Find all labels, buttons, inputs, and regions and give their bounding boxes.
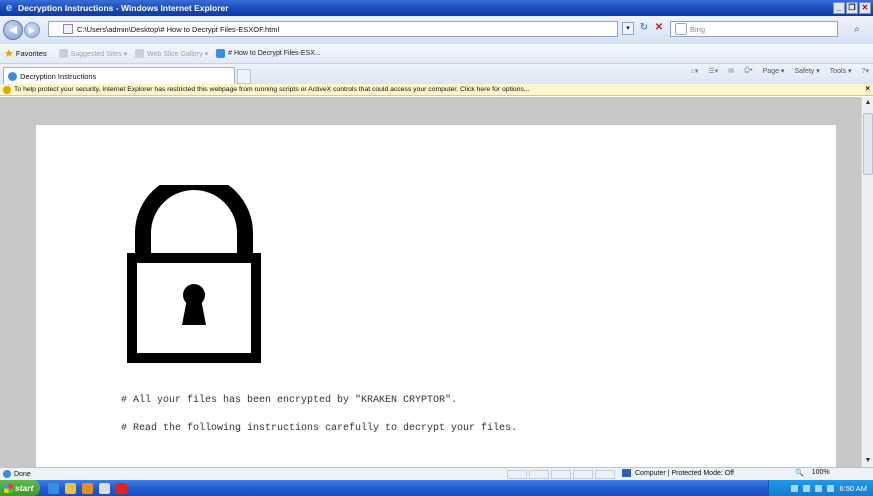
- done-icon: [3, 470, 11, 478]
- address-bar[interactable]: C:\Users\admin\Desktop\# How to Decrypt …: [48, 21, 618, 37]
- window-controls: _ ❐ ✕: [833, 2, 871, 14]
- favorite-item-icon: [135, 49, 145, 58]
- help-icon[interactable]: ?▾: [862, 67, 869, 75]
- address-url: C:\Users\admin\Desktop\# How to Decrypt …: [77, 24, 280, 34]
- status-panels: [507, 470, 615, 479]
- back-button[interactable]: ◀: [3, 20, 23, 40]
- tab-row: Decryption Instructions ⌂▾ ☰▾ ✉ ⎙▾ Page …: [0, 64, 873, 84]
- security-zone-label: Computer | Protected Mode: Off: [635, 469, 734, 477]
- favorites-button[interactable]: Favorites: [16, 49, 47, 58]
- close-button[interactable]: ✕: [859, 2, 871, 14]
- ransom-message-line-2: # Read the following instructions carefu…: [121, 423, 518, 434]
- page-viewport: # All your files has been encrypted by "…: [0, 97, 861, 467]
- security-zone[interactable]: Computer | Protected Mode: Off: [622, 469, 734, 477]
- favorite-suggested-sites[interactable]: Suggested Sites ▾: [58, 49, 128, 58]
- ransom-message-line-1: # All your files has been encrypted by "…: [121, 395, 458, 406]
- status-text: Done: [14, 470, 31, 478]
- home-icon[interactable]: ⌂▾: [691, 67, 699, 75]
- scroll-down-icon[interactable]: ▼: [863, 456, 873, 466]
- tray-icon[interactable]: [803, 484, 811, 492]
- padlock-icon: [127, 185, 261, 363]
- quick-launch: [48, 482, 127, 494]
- page-menu[interactable]: Page ▾: [763, 67, 785, 75]
- vertical-scrollbar[interactable]: ▲ ▼: [861, 97, 873, 467]
- start-label: start: [15, 483, 34, 493]
- status-panel: [551, 470, 571, 479]
- tools-menu[interactable]: Tools ▾: [830, 67, 852, 75]
- favorites-star-icon[interactable]: ★: [4, 47, 14, 60]
- search-input[interactable]: Bing: [670, 21, 838, 37]
- zoom-icon: 🔍: [795, 470, 804, 477]
- ie-logo-icon: e: [5, 2, 13, 14]
- tray-icon[interactable]: [815, 484, 823, 492]
- page-icon: [63, 24, 73, 34]
- status-panel: [507, 470, 527, 479]
- folder-quicklaunch-icon[interactable]: [65, 482, 76, 494]
- shield-icon: [3, 85, 11, 94]
- feeds-icon[interactable]: ☰▾: [708, 67, 718, 75]
- ie-page-icon: [8, 71, 17, 81]
- tab-label: Decryption Instructions: [20, 71, 97, 81]
- zoom-level: 100%: [811, 469, 830, 476]
- system-tray: 6:50 AM: [768, 480, 873, 496]
- info-bar-close-icon[interactable]: ×: [865, 84, 870, 93]
- search-provider-icon: [675, 23, 687, 35]
- safety-menu[interactable]: Safety ▾: [794, 67, 819, 75]
- windows-taskbar: start 6:50 AM: [0, 480, 873, 496]
- favorite-item-icon: [216, 49, 226, 58]
- favorite-item-icon: [58, 49, 68, 58]
- scroll-thumb[interactable]: [863, 113, 873, 175]
- window-titlebar: e Decryption Instructions - Windows Inte…: [0, 0, 873, 16]
- favorite-web-slice-gallery[interactable]: Web Slice Gallery ▾: [135, 49, 208, 58]
- favorite-item-label: Web Slice Gallery ▾: [147, 50, 209, 58]
- computer-zone-icon: [622, 469, 631, 477]
- address-toolbar: ◀ ▶ C:\Users\admin\Desktop\# How to Decr…: [0, 16, 873, 44]
- maximize-button[interactable]: ❐: [846, 2, 858, 14]
- search-placeholder: Bing: [690, 24, 706, 34]
- status-bar: Done Computer | Protected Mode: Off 🔍 10…: [0, 467, 873, 480]
- favorite-decrypt-page[interactable]: # How to Decrypt Files-ESX...: [216, 49, 321, 58]
- refresh-icon[interactable]: ↻: [637, 22, 651, 35]
- media-quicklaunch-icon[interactable]: [82, 482, 93, 494]
- tab-decryption-instructions[interactable]: Decryption Instructions: [3, 67, 235, 84]
- zoom-control[interactable]: 🔍 100%: [795, 469, 830, 477]
- status-panel: [595, 470, 615, 479]
- favorite-item-label: Suggested Sites ▾: [70, 50, 128, 58]
- page-document: # All your files has been encrypted by "…: [36, 125, 836, 467]
- favorites-bar: ★ Favorites Suggested Sites ▾ Web Slice …: [0, 44, 873, 64]
- scroll-up-icon[interactable]: ▲: [863, 98, 873, 108]
- search-icon[interactable]: ⌕: [844, 21, 870, 37]
- opera-quicklaunch-icon[interactable]: [116, 482, 127, 494]
- info-bar-text: To help protect your security, Internet …: [14, 86, 530, 93]
- volume-icon[interactable]: [827, 484, 835, 492]
- window-title: Decryption Instructions - Windows Intern…: [18, 3, 229, 13]
- tray-icon[interactable]: [791, 484, 799, 492]
- clock: 6:50 AM: [839, 483, 867, 493]
- favorite-item-label: # How to Decrypt Files-ESX...: [228, 50, 321, 57]
- print-icon[interactable]: ⎙▾: [744, 67, 753, 75]
- ie-quicklaunch-icon[interactable]: [48, 482, 59, 494]
- status-panel: [529, 470, 549, 479]
- new-tab-button[interactable]: [237, 69, 251, 84]
- start-button[interactable]: start: [0, 480, 40, 496]
- command-bar: ⌂▾ ☰▾ ✉ ⎙▾ Page ▾ Safety ▾ Tools ▾ ?▾: [691, 67, 869, 75]
- address-dropdown-button[interactable]: ▾: [622, 22, 634, 35]
- mail-icon[interactable]: ✉: [728, 67, 734, 75]
- windows-logo-icon: [4, 483, 13, 493]
- forward-button[interactable]: ▶: [24, 22, 40, 38]
- chrome-quicklaunch-icon[interactable]: [99, 482, 110, 494]
- status-panel: [573, 470, 593, 479]
- minimize-button[interactable]: _: [833, 2, 845, 14]
- stop-icon[interactable]: ✕: [652, 22, 666, 35]
- security-info-bar[interactable]: To help protect your security, Internet …: [0, 84, 873, 96]
